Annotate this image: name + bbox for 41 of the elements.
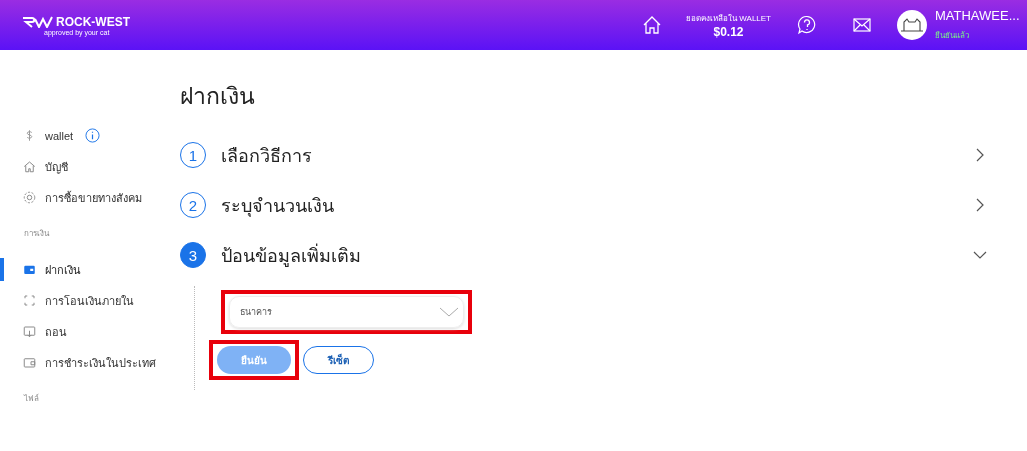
sidebar-item[interactable]: บัญชี <box>0 151 180 182</box>
sidebar-item-label: ฝากเงิน <box>45 262 81 278</box>
sidebar-item[interactable]: การชำระเงินในประเทศ <box>0 347 180 378</box>
transfer-icon <box>22 293 37 308</box>
reset-button[interactable]: รีเซ็ต <box>303 346 374 374</box>
verification-status: ยืนยันแล้ว <box>935 30 970 42</box>
step-label: ระบุจำนวนเงิน <box>221 194 334 219</box>
sidebar-section-title: ไฟล์ <box>22 393 40 405</box>
bank-select[interactable]: ธนาคาร <box>229 296 464 328</box>
sidebar-item-label: บัญชี <box>45 159 68 176</box>
info-icon[interactable] <box>85 128 101 143</box>
balance-amount: $0.12 <box>713 24 744 39</box>
step-label: ป้อนข้อมูลเพิ่มเติม <box>221 242 361 269</box>
sidebar-item[interactable]: ฝากเงิน <box>0 254 180 285</box>
home-icon <box>22 159 37 174</box>
sidebar-item[interactable]: ถอน <box>0 316 180 347</box>
sidebar-item-label: การซื้อขายทางสังคม <box>45 190 142 206</box>
card-icon <box>22 355 37 370</box>
sidebar-item[interactable]: การซื้อขายทางสังคม <box>0 182 180 213</box>
page-title: ฝากเงิน <box>180 82 255 111</box>
help-icon[interactable] <box>797 15 817 35</box>
avatar[interactable] <box>897 10 927 40</box>
sidebar-item-label: wallet <box>45 129 74 142</box>
home-icon[interactable] <box>642 15 663 35</box>
sidebar-item-label: ถอน <box>45 324 67 340</box>
user-name[interactable]: MATHAWEE... <box>935 8 1020 23</box>
sidebar-section-title: การเงิน <box>23 228 51 240</box>
withdraw-icon <box>22 324 37 339</box>
step-label: เลือกวิธีการ <box>221 144 312 168</box>
sidebar-item-label: การชำระเงินในประเทศ <box>45 355 156 371</box>
mail-icon[interactable] <box>853 18 871 32</box>
cat-icon <box>901 18 923 32</box>
logo-icon <box>22 15 54 28</box>
gear-icon <box>22 190 37 205</box>
sidebar-item-label: การโอนเงินภายใน <box>45 293 134 309</box>
balance-label: ยอดคงเหลือใน WALLET <box>686 12 771 25</box>
sidebar-item[interactable]: การโอนเงินภายใน <box>0 285 180 316</box>
step-number: 3 <box>180 242 206 268</box>
sidebar-item[interactable]: wallet <box>0 120 180 151</box>
logo-name: ROCK-WEST <box>56 14 130 29</box>
chevron-down-icon <box>439 307 459 317</box>
